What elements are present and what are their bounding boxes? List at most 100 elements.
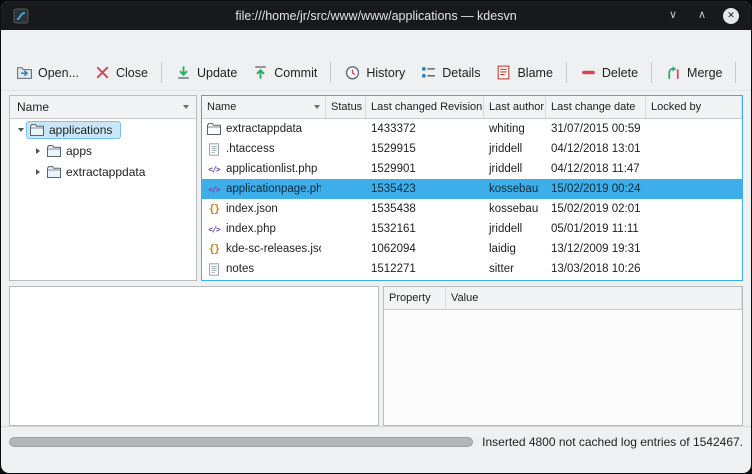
- maximize-button[interactable]: ∧: [694, 8, 710, 24]
- file-type-icon: [206, 202, 222, 216]
- menu-item[interactable]: [78, 40, 96, 46]
- tree-item[interactable]: apps: [10, 140, 196, 161]
- tree-item-label: applications: [49, 123, 112, 137]
- file-revision: 1062094: [366, 243, 484, 255]
- window-controls: ∨ ∧ ✕: [665, 8, 739, 24]
- file-date: 13/03/2018 10:26: [546, 263, 646, 275]
- toolbar-separator: [651, 62, 652, 83]
- json-file-icon: [209, 203, 220, 215]
- tree-item[interactable]: applications: [10, 119, 196, 140]
- tree-header[interactable]: Name: [10, 96, 196, 119]
- file-name: notes: [226, 263, 254, 275]
- kdesvn-window: file:///home/jr/src/www/www/applications…: [0, 0, 752, 474]
- file-revision: 1532161: [366, 223, 484, 235]
- log-output-panel[interactable]: [9, 286, 379, 426]
- toolbar-separator: [161, 62, 162, 83]
- merge-button[interactable]: Merge: [658, 59, 729, 86]
- details-button[interactable]: Details: [413, 59, 487, 86]
- document-open-icon: [16, 64, 33, 81]
- file-row[interactable]: applicationlist.php 1529901 jriddell 04/…: [202, 159, 742, 179]
- close-icon: ✕: [727, 11, 735, 20]
- titlebar[interactable]: file:///home/jr/src/www/www/applications…: [1, 1, 751, 30]
- column-header[interactable]: Locked by: [646, 96, 742, 118]
- delete-minus-icon: [580, 64, 597, 81]
- file-type-icon: [206, 222, 222, 236]
- close-file-button[interactable]: Close: [87, 59, 155, 86]
- blame-button[interactable]: Blame: [488, 59, 559, 86]
- menu-item[interactable]: [42, 40, 60, 46]
- file-author: kossebau: [484, 203, 546, 215]
- column-header[interactable]: Status: [326, 96, 366, 118]
- history-button[interactable]: History: [337, 59, 412, 86]
- file-list-header: NameStatusLast changed RevisionLast auth…: [202, 96, 742, 119]
- update-button[interactable]: Update: [168, 59, 244, 86]
- column-header[interactable]: Last changed Revision: [366, 96, 484, 118]
- php-file-icon: [208, 225, 219, 234]
- sort-indicator-icon: [183, 105, 189, 109]
- file-author: whiting: [484, 123, 546, 135]
- file-date: 04/12/2018 13:01: [546, 143, 646, 155]
- column-header[interactable]: Last author: [484, 96, 546, 118]
- menu-item[interactable]: [24, 40, 42, 46]
- properties-list-body[interactable]: [384, 310, 742, 425]
- file-name: index.json: [226, 203, 278, 215]
- minimize-button[interactable]: ∨: [665, 8, 681, 24]
- text-file-icon: [208, 143, 220, 156]
- file-revision: 1535423: [366, 183, 484, 195]
- file-author: jriddell: [484, 143, 546, 155]
- file-row[interactable]: index.php 1532161 jriddell 05/01/2019 11…: [202, 219, 742, 239]
- delete-button[interactable]: Delete: [573, 59, 645, 86]
- property-column-header[interactable]: Property: [384, 287, 446, 309]
- file-list-panel: NameStatusLast changed RevisionLast auth…: [201, 95, 743, 281]
- file-name: applicationpage.php: [226, 183, 321, 195]
- toolbar: Open... Close Update Commit History Deta…: [1, 55, 751, 91]
- repository-tree-panel: Name applications: [9, 95, 197, 281]
- close-button[interactable]: ✕: [723, 8, 739, 24]
- svn-update-icon: [175, 64, 192, 81]
- folder-icon: [47, 166, 61, 178]
- blame-annotate-icon: [495, 64, 512, 81]
- file-name: applicationlist.php: [226, 163, 317, 175]
- tree-body: applications apps: [10, 119, 196, 280]
- file-date: 15/02/2019 02:01: [546, 203, 646, 215]
- merge-icon: [665, 64, 682, 81]
- file-date: 05/01/2019 11:11: [546, 223, 646, 235]
- open-button[interactable]: Open...: [9, 59, 86, 86]
- checkout-button[interactable]: Checkout: [742, 59, 752, 86]
- column-header[interactable]: Name: [202, 96, 326, 118]
- file-revision: 1529901: [366, 163, 484, 175]
- file-row[interactable]: applicationpage.php 1535423 kossebau 15/…: [202, 179, 742, 199]
- tree-item[interactable]: extractappdata: [10, 161, 196, 182]
- text-file-icon: [208, 263, 220, 276]
- expander-icon[interactable]: [15, 128, 26, 132]
- folder-icon: [47, 145, 61, 157]
- menu-item[interactable]: [6, 40, 24, 46]
- toolbar-separator: [330, 62, 331, 83]
- commit-button[interactable]: Commit: [245, 59, 324, 86]
- file-row[interactable]: .htaccess 1529915 jriddell 04/12/2018 13…: [202, 139, 742, 159]
- file-row[interactable]: index.json 1535438 kossebau 15/02/2019 0…: [202, 199, 742, 219]
- column-header[interactable]: Last change date: [546, 96, 646, 118]
- history-clock-icon: [344, 64, 361, 81]
- file-author: kossebau: [484, 183, 546, 195]
- expander-icon[interactable]: [32, 148, 43, 154]
- close-red-x-icon: [94, 64, 111, 81]
- tree-item-label: extractappdata: [66, 165, 145, 179]
- menubar: [1, 30, 751, 55]
- expander-icon[interactable]: [32, 169, 43, 175]
- file-date: 04/12/2018 11:47: [546, 163, 646, 175]
- menu-item[interactable]: [60, 40, 78, 46]
- properties-header: PropertyValue: [384, 287, 742, 310]
- file-row[interactable]: extractappdata 1433372 whiting 31/07/201…: [202, 119, 742, 139]
- menu-item[interactable]: [96, 40, 114, 46]
- file-author: sitter: [484, 263, 546, 275]
- file-date: 31/07/2015 00:59: [546, 123, 646, 135]
- property-column-header[interactable]: Value: [446, 287, 742, 309]
- file-type-icon: [206, 142, 222, 156]
- file-row[interactable]: notes 1512271 sitter 13/03/2018 10:26: [202, 259, 742, 279]
- file-type-icon: [206, 262, 222, 276]
- file-type-icon: [206, 242, 222, 256]
- statusbar: Inserted 4800 not cached log entries of …: [1, 426, 751, 473]
- file-row[interactable]: kde-sc-releases.json 1062094 laidig 13/1…: [202, 239, 742, 259]
- toolbar-separator: [735, 62, 736, 83]
